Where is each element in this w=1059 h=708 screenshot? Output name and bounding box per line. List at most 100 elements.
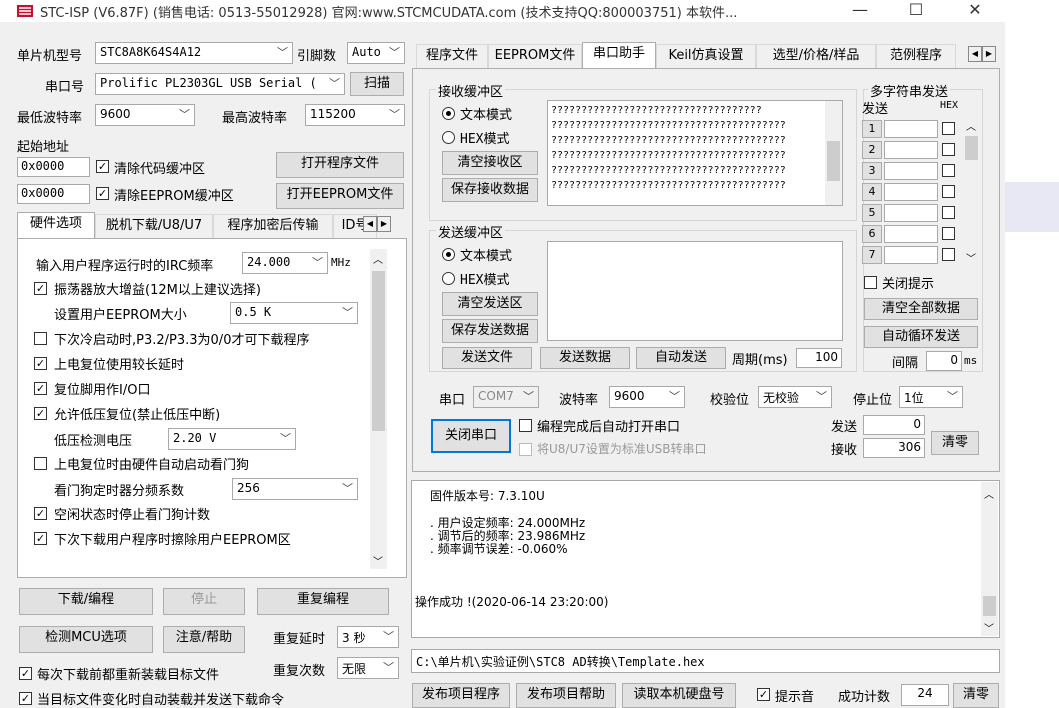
multi-hex-checkbox[interactable] <box>942 248 955 261</box>
stop-button[interactable]: 停止 <box>163 588 245 615</box>
tab-scroll-right-icon[interactable]: ▶ <box>377 216 391 232</box>
hex-path-field[interactable]: C:\单片机\实验证例\STC8 AD转换\Template.hex <box>411 649 1000 673</box>
recv-hex-mode-radio[interactable] <box>442 131 455 144</box>
reprogram-button[interactable]: 重复编程 <box>257 588 389 615</box>
irc-select[interactable]: 24.000 ﹀ <box>242 252 328 274</box>
tab-scroll-right-icon[interactable]: ▶ <box>982 46 996 62</box>
multi-send-index-button[interactable]: 2 <box>862 141 882 159</box>
erase-eeprom-checkbox[interactable]: ✓ <box>34 532 47 545</box>
interval-input[interactable]: 0 <box>926 351 962 371</box>
tab-encrypt[interactable]: 程序加密后传输 <box>213 214 333 238</box>
recv-text-mode-radio[interactable] <box>442 107 455 120</box>
parity-select[interactable]: 无校验 ﹀ <box>758 386 832 408</box>
clear-eeprom-checkbox[interactable]: ✓ <box>96 187 109 200</box>
max-baud-select[interactable]: 115200 ﹀ <box>305 104 405 126</box>
auto-open-checkbox[interactable] <box>519 419 532 432</box>
low-voltage-select[interactable]: 2.20 V ﹀ <box>168 428 296 450</box>
scrollbar-thumb[interactable] <box>965 136 978 160</box>
scrollbar-thumb[interactable] <box>372 271 385 431</box>
multi-send-input[interactable] <box>884 120 938 138</box>
pins-select[interactable]: Auto ﹀ <box>347 42 405 64</box>
download-button[interactable]: 下载/编程 <box>19 588 153 615</box>
clear-success-button[interactable]: 清零 <box>953 683 999 708</box>
send-data-button[interactable]: 发送数据 <box>540 347 630 369</box>
multi-hex-checkbox[interactable] <box>942 143 955 156</box>
receive-textarea[interactable]: ??????????????????????????????????? ????… <box>547 100 843 206</box>
scan-button[interactable]: 扫描 <box>350 72 404 96</box>
close-button[interactable]: ✕ <box>952 0 998 22</box>
chevron-down-icon[interactable]: ﹀ <box>373 553 383 568</box>
publish-project-button[interactable]: 发布项目程序 <box>412 683 510 708</box>
eeprom-size-select[interactable]: 0.5 K ﹀ <box>230 302 358 324</box>
chevron-up-icon[interactable]: ︿ <box>373 251 383 266</box>
period-input[interactable]: 100 <box>796 348 842 368</box>
multi-hex-checkbox[interactable] <box>942 122 955 135</box>
cold-boot-checkbox[interactable] <box>34 332 47 345</box>
reset-io-checkbox[interactable]: ✓ <box>34 382 47 395</box>
multi-send-index-button[interactable]: 4 <box>862 183 882 201</box>
multi-send-input[interactable] <box>884 141 938 159</box>
send-text-mode-radio[interactable] <box>442 248 455 261</box>
auto-send-button[interactable]: 自动发送 <box>636 347 726 369</box>
min-baud-select[interactable]: 9600 ﹀ <box>95 104 195 126</box>
read-hdd-button[interactable]: 读取本机硬盘号 <box>622 683 736 708</box>
repeat-count-select[interactable]: 无限 ﹀ <box>337 657 399 679</box>
multi-send-input[interactable] <box>884 246 938 264</box>
multi-send-input[interactable] <box>884 183 938 201</box>
send-file-button[interactable]: 发送文件 <box>442 347 532 369</box>
save-receive-button[interactable]: 保存接收数据 <box>442 178 538 202</box>
code-address-input[interactable]: 0x0000 <box>17 157 90 177</box>
clear-all-button[interactable]: 清空全部数据 <box>864 298 978 320</box>
chevron-down-icon[interactable]: ﹀ <box>966 250 976 265</box>
wdt-hw-checkbox[interactable] <box>34 457 47 470</box>
minimize-button[interactable]: — <box>837 0 883 22</box>
clear-receive-button[interactable]: 清空接收区 <box>442 151 538 175</box>
log-scrollbar[interactable]: ︿ ﹀ <box>981 482 998 636</box>
chevron-up-icon[interactable]: ︿ <box>966 118 976 133</box>
multi-send-index-button[interactable]: 7 <box>862 246 882 264</box>
clear-code-checkbox[interactable]: ✓ <box>96 160 109 173</box>
multi-send-input[interactable] <box>884 162 938 180</box>
multi-send-input[interactable] <box>884 225 938 243</box>
receive-scrollbar[interactable] <box>825 101 842 205</box>
send-textarea[interactable] <box>547 241 843 341</box>
help-button[interactable]: 注意/帮助 <box>163 626 245 653</box>
multi-send-index-button[interactable]: 3 <box>862 162 882 180</box>
osc-gain-checkbox[interactable]: ✓ <box>34 282 47 295</box>
multi-hex-checkbox[interactable] <box>942 206 955 219</box>
baud-select[interactable]: 9600 ﹀ <box>609 386 685 408</box>
eeprom-address-input[interactable]: 0x0000 <box>17 184 90 204</box>
multi-send-index-button[interactable]: 5 <box>862 204 882 222</box>
scrollbar-thumb[interactable] <box>827 141 840 181</box>
stop-bits-select[interactable]: 1位 ﹀ <box>899 386 963 408</box>
auto-cycle-button[interactable]: 自动循环发送 <box>864 326 978 348</box>
chevron-up-icon[interactable]: ︿ <box>984 486 994 501</box>
options-scrollbar[interactable]: ︿ ﹀ <box>370 249 387 569</box>
scrollbar-thumb[interactable] <box>983 596 996 616</box>
maximize-button[interactable]: ☐ <box>893 0 939 22</box>
lvr-checkbox[interactable]: ✓ <box>34 407 47 420</box>
port-select[interactable]: Prolific PL2303GL USB Serial (﹀ <box>95 73 345 95</box>
mcu-type-select[interactable]: STC8A8K64S4A12 ﹀ <box>95 42 293 64</box>
tab-hardware[interactable]: 硬件选项 <box>17 212 95 238</box>
tab-scroll-left-icon[interactable]: ◀ <box>968 46 982 62</box>
chevron-down-icon[interactable]: ﹀ <box>984 620 994 635</box>
open-program-button[interactable]: 打开程序文件 <box>276 152 404 178</box>
tab-offline[interactable]: 脱机下载/U8/U7 <box>95 214 213 238</box>
multi-scrollbar[interactable]: ︿ ﹀ <box>964 118 979 265</box>
tab-scroll-left-icon[interactable]: ◀ <box>363 216 377 232</box>
tab-keil-debug[interactable]: Keil仿真设置 <box>656 44 756 68</box>
reload-each-checkbox[interactable]: ✓ <box>19 667 32 680</box>
close-port-button[interactable]: 关闭串口 <box>431 419 511 453</box>
multi-hex-checkbox[interactable] <box>942 227 955 240</box>
tab-examples[interactable]: 范例程序 <box>876 44 956 68</box>
auto-reload-checkbox[interactable]: ✓ <box>19 692 32 705</box>
close-hint-checkbox[interactable] <box>864 276 877 289</box>
repeat-delay-select[interactable]: 3 秒 ﹀ <box>337 626 399 648</box>
tab-eeprom-file[interactable]: EEPROM文件 <box>488 44 582 68</box>
tab-program-file[interactable]: 程序文件 <box>416 44 488 68</box>
tab-selection-price[interactable]: 选型/价格/样品 <box>756 44 876 68</box>
multi-send-index-button[interactable]: 6 <box>862 225 882 243</box>
multi-hex-checkbox[interactable] <box>942 185 955 198</box>
save-send-button[interactable]: 保存发送数据 <box>442 319 538 343</box>
